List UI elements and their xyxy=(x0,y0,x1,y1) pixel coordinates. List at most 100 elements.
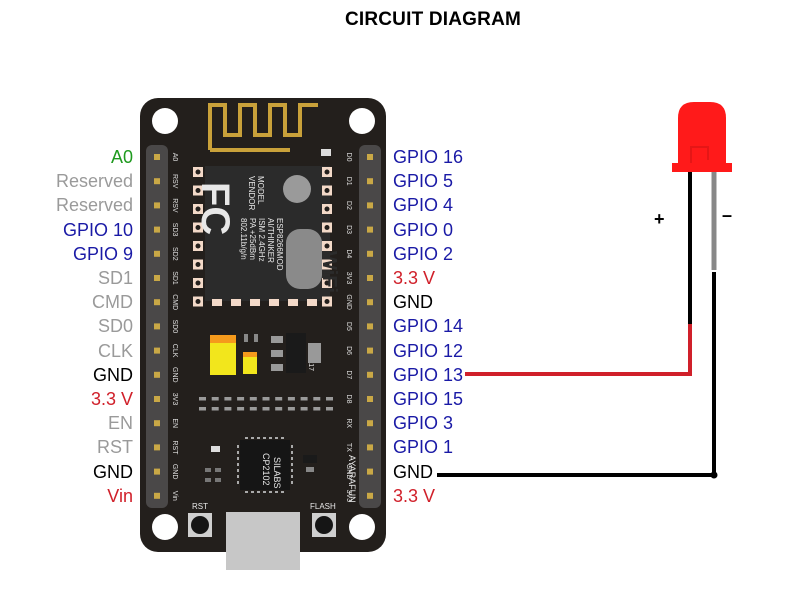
smd-part xyxy=(275,397,283,401)
mounting-hole-top-right xyxy=(349,108,375,134)
silkscreen-pin-label: CMD xyxy=(171,294,178,310)
wifi-logo-text: WiFi xyxy=(318,251,340,293)
cp2102-label-2: CP2102 xyxy=(261,453,271,486)
header-pin[interactable] xyxy=(154,492,160,499)
header-pin[interactable] xyxy=(154,275,160,281)
header-pin[interactable] xyxy=(367,275,373,281)
left-pin-label: CLK xyxy=(97,340,133,361)
right-pin-label: GND xyxy=(393,292,433,313)
left-pin-label: Reserved xyxy=(55,171,133,192)
silkscreen-pin-label: A0 xyxy=(171,153,178,162)
silkscreen-pin-label: GND xyxy=(171,464,178,480)
right-pin-label: GPIO 1 xyxy=(393,437,454,458)
left-pin-label: EN xyxy=(107,413,133,434)
smd-part xyxy=(262,397,270,401)
header-pin[interactable] xyxy=(154,154,160,160)
rst-button-label: RST xyxy=(192,502,208,511)
chip-pin xyxy=(251,437,254,439)
chip-pin xyxy=(237,475,239,478)
chip-pin xyxy=(291,481,293,484)
header-pin[interactable] xyxy=(367,250,373,257)
silkscreen-pin-label: D6 xyxy=(345,346,352,355)
smd-part xyxy=(199,397,206,401)
header-pin[interactable] xyxy=(367,323,373,330)
chip-pin xyxy=(245,437,248,439)
header-pin[interactable] xyxy=(367,299,373,306)
smd-part xyxy=(313,407,321,411)
mounting-hole-top-left xyxy=(152,108,178,134)
smd-part xyxy=(237,407,245,411)
flash-button-cap[interactable] xyxy=(315,516,333,534)
regulator-tab xyxy=(308,343,321,363)
header-pin[interactable] xyxy=(367,396,373,402)
header-pin[interactable] xyxy=(367,347,373,354)
header-pin[interactable] xyxy=(154,396,160,402)
smd-part xyxy=(224,407,232,411)
smd-part xyxy=(215,478,221,482)
header-pin[interactable] xyxy=(367,202,373,209)
smd-part xyxy=(205,478,211,482)
smd-part xyxy=(287,397,295,401)
header-pin[interactable] xyxy=(367,468,373,475)
chip-pin xyxy=(291,463,293,466)
module-pad-hole xyxy=(324,169,330,175)
led-flange xyxy=(672,163,732,172)
header-pin[interactable] xyxy=(367,226,373,233)
header-pin[interactable] xyxy=(367,420,373,427)
silkscreen-pin-label: RST xyxy=(171,440,178,455)
header-pin[interactable] xyxy=(154,299,160,306)
silkscreen-pin-label: EN xyxy=(171,418,178,428)
module-spec-text: AI/THINKER xyxy=(266,218,275,263)
smd-part xyxy=(326,397,333,401)
header-pin[interactable] xyxy=(154,202,160,209)
chip-pin xyxy=(263,437,266,439)
module-pad-hole xyxy=(195,280,201,286)
left-pin-label: 3.3 V xyxy=(90,389,133,409)
header-pin[interactable] xyxy=(154,371,160,378)
header-pin[interactable] xyxy=(367,444,373,451)
header-pin[interactable] xyxy=(367,371,373,378)
header-pin[interactable] xyxy=(154,347,160,354)
header-pin[interactable] xyxy=(154,250,160,257)
led-cathode-label: – xyxy=(722,205,732,225)
header-pin[interactable] xyxy=(367,492,373,499)
led-anode-label: + xyxy=(654,209,665,229)
header-pin[interactable] xyxy=(154,420,160,427)
module-spec-text: ESP8266MOD xyxy=(275,218,284,271)
header-pin[interactable] xyxy=(367,154,373,160)
right-pin-label: GPIO 16 xyxy=(393,147,464,167)
module-pad-hole xyxy=(195,299,201,304)
header-pin[interactable] xyxy=(154,444,160,451)
module-pad-hole xyxy=(324,206,330,212)
header-pin[interactable] xyxy=(154,323,160,330)
right-pin-label: GPIO 0 xyxy=(393,219,454,240)
right-pin-label: GPIO 4 xyxy=(393,195,454,216)
smd-part xyxy=(275,407,283,411)
chip-pin xyxy=(281,437,284,439)
module-pad-hole xyxy=(195,243,201,249)
silkscreen-pin-label: 3V3 xyxy=(345,490,352,503)
header-pin[interactable] xyxy=(154,226,160,233)
module-pad-hole xyxy=(324,299,330,304)
smd-part xyxy=(211,407,219,411)
right-pin-label: GPIO 14 xyxy=(393,316,464,337)
silkscreen-pin-label: Vin xyxy=(171,491,178,501)
nodemcu-board: FC MODELVENDOR ESP8266MODAI/THINKERISM 2.… xyxy=(140,98,386,570)
smd-part xyxy=(262,407,270,411)
left-pin-label: GPIO 10 xyxy=(62,219,133,240)
silkscreen-pin-label: D1 xyxy=(345,177,352,186)
header-pin[interactable] xyxy=(367,178,373,185)
tantalum-capacitor-large-band xyxy=(210,335,236,343)
smd-part xyxy=(300,397,308,401)
silkscreen-pin-label: D7 xyxy=(345,370,352,379)
right-pin-label: 3.3 V xyxy=(393,485,436,506)
header-pin[interactable] xyxy=(154,178,160,185)
header-pin[interactable] xyxy=(154,468,160,475)
left-pin-label: GND xyxy=(93,364,133,385)
smd-part xyxy=(237,397,245,401)
smd-part xyxy=(215,468,221,472)
module-spec-text: ISM 2.4GHz xyxy=(257,218,266,262)
rst-button-cap[interactable] xyxy=(191,516,209,534)
left-pin-label: A0 xyxy=(110,147,133,167)
micro-usb-port[interactable] xyxy=(226,512,300,570)
